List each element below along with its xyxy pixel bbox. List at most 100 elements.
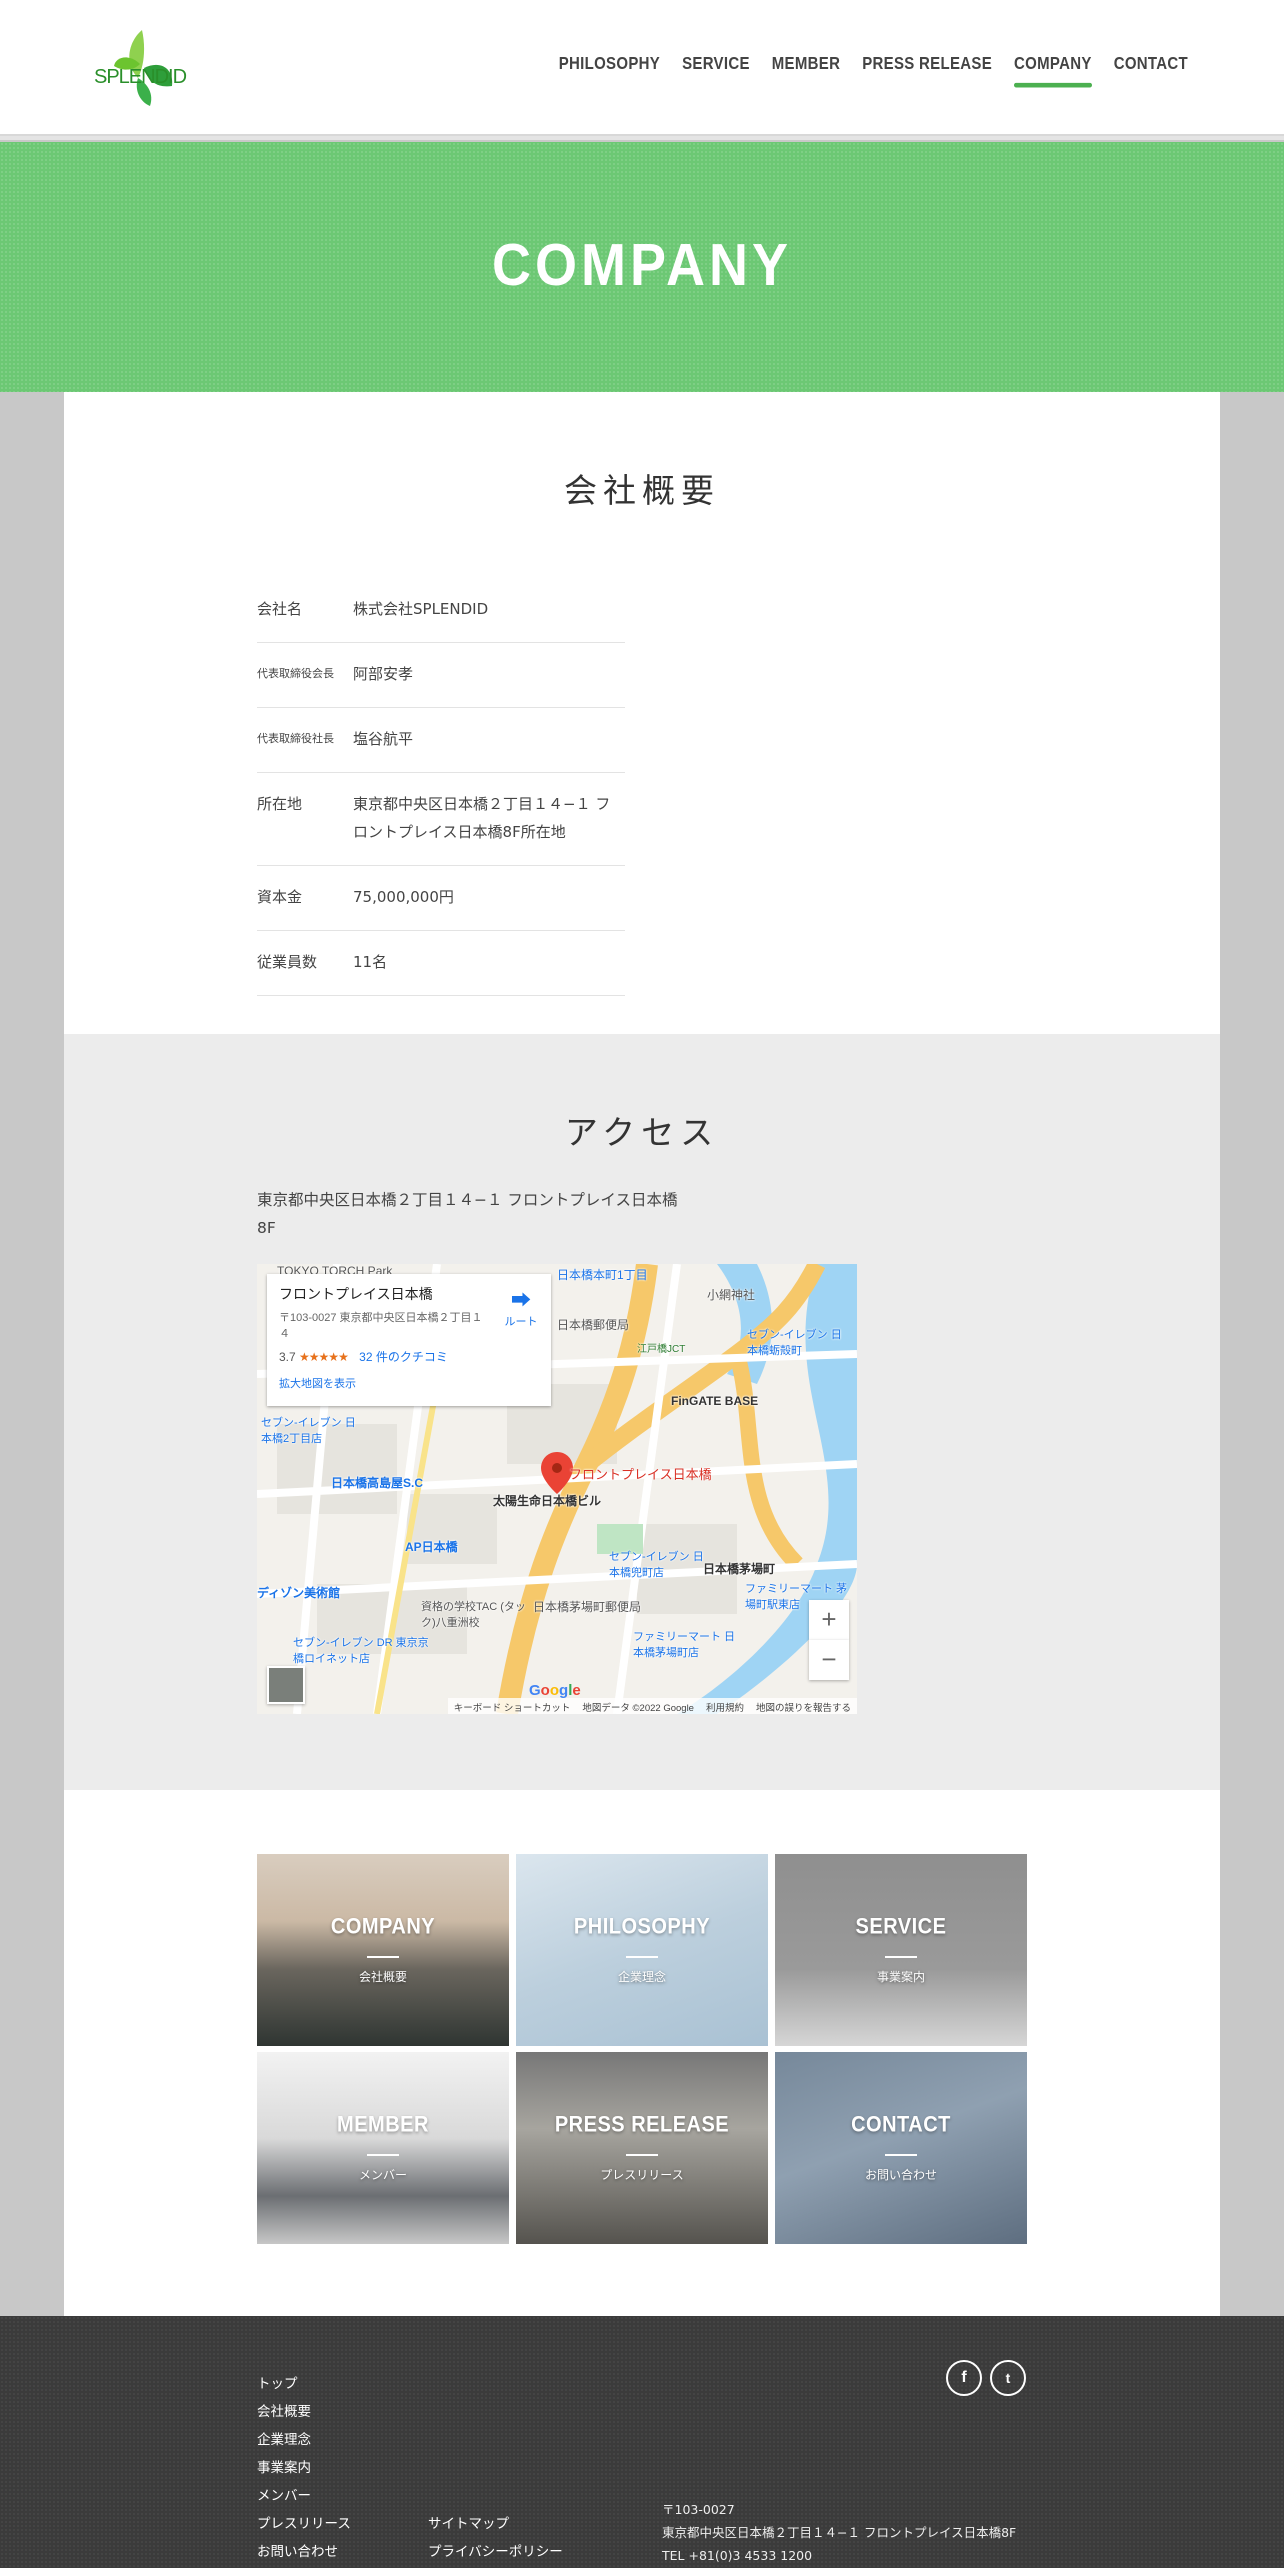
report-error-link[interactable]: 地図の誤りを報告する xyxy=(756,1700,851,1714)
zoom-out-button[interactable]: − xyxy=(809,1640,849,1680)
route-button[interactable]: ⮕ ルート xyxy=(501,1284,541,1329)
tile-divider xyxy=(626,2154,658,2156)
rating-value: 3.7 xyxy=(279,1350,296,1364)
company-info-table: 会社名 株式会社SPLENDID 代表取締役会長 阿部安孝 代表取締役社長 塩谷… xyxy=(257,578,625,996)
nav-company[interactable]: COMPANY xyxy=(1014,54,1092,88)
company-overview-section: 会社概要 会社名 株式会社SPLENDID 代表取締役会長 阿部安孝 代表取締役… xyxy=(64,392,1220,1034)
tile-subtitle: 企業理念 xyxy=(617,1970,666,1984)
map-label: セブン-イレブン 日本橋蛎殻町 xyxy=(747,1329,842,1357)
address-line: 8F xyxy=(257,1219,276,1237)
star-icons: ★★★★★ xyxy=(299,1350,349,1364)
footer-links-secondary: サイトマップ プライバシーポリシー xyxy=(428,2510,563,2566)
satellite-toggle[interactable] xyxy=(267,1666,305,1704)
tile-member[interactable]: MEMBER メンバー xyxy=(257,2052,509,2244)
nav-service[interactable]: SERVICE xyxy=(682,54,750,83)
map-label: セブン-イレブン 日本橋兜町店 xyxy=(609,1551,704,1579)
nav-contact[interactable]: CONTACT xyxy=(1114,54,1188,83)
tile-title: SERVICE xyxy=(855,1914,947,1940)
footer-link-press[interactable]: プレスリリース xyxy=(257,2510,351,2538)
footer-company-info: 〒103-0027 東京都中央区日本橋２丁目１４−１ フロントプレイス日本橋8F… xyxy=(662,2498,1016,2567)
page-hero: COMPANY xyxy=(0,142,1284,392)
map-label: セブン-イレブン 日本橋2丁目店 xyxy=(261,1417,356,1445)
tile-divider xyxy=(885,1956,917,1958)
info-row: 代表取締役社長 塩谷航平 xyxy=(257,708,625,773)
place-address: 〒103-0027 東京都中央区日本橋２丁目１４ xyxy=(279,1312,483,1340)
twitter-icon[interactable]: t xyxy=(990,2360,1026,2396)
footer-links-primary: トップ 会社概要 企業理念 事業案内 メンバー プレスリリース お問い合わせ xyxy=(257,2370,351,2566)
footer-link-service[interactable]: 事業案内 xyxy=(257,2454,351,2482)
info-row: 所在地 東京都中央区日本橋２丁目１４−１ フロントプレイス日本橋8F所在地 xyxy=(257,773,625,866)
map-place-card: フロントプレイス日本橋 〒103-0027 東京都中央区日本橋２丁目１４ 3.7… xyxy=(267,1274,551,1406)
nav-tiles-section: COMPANY 会社概要 PHILOSOPHY 企業理念 SERVICE 事業案… xyxy=(64,1790,1220,2316)
facebook-icon[interactable]: f xyxy=(946,2360,982,2396)
info-row: 資本金 75,000,000円 xyxy=(257,866,625,931)
footer-link-company[interactable]: 会社概要 xyxy=(257,2398,351,2426)
tile-subtitle: 事業案内 xyxy=(876,1970,925,1984)
map-label: 江戸橋JCT xyxy=(637,1344,686,1355)
tile-press-release[interactable]: PRESS RELEASE プレスリリース xyxy=(516,2052,768,2244)
info-value: 塩谷航平 xyxy=(353,730,414,748)
footer-link-philosophy[interactable]: 企業理念 xyxy=(257,2426,351,2454)
tile-subtitle: プレスリリース xyxy=(600,2168,684,2182)
info-value: 東京都中央区日本橋２丁目１４−１ フロントプレイス日本橋8F所在地 xyxy=(353,795,611,841)
zoom-in-button[interactable]: + xyxy=(809,1600,849,1640)
info-label: 会社名 xyxy=(257,600,303,618)
tile-divider xyxy=(367,1956,399,1958)
tile-subtitle: お問い合わせ xyxy=(864,2168,937,2182)
info-value: 株式会社SPLENDID xyxy=(353,600,489,618)
tile-subtitle: 会社概要 xyxy=(358,1970,407,1984)
footer-link-top[interactable]: トップ xyxy=(257,2370,351,2398)
tile-title: PHILOSOPHY xyxy=(573,1914,711,1940)
map-label: ファミリーマート 日本橋茅場町店 xyxy=(633,1631,736,1659)
map-pin-label[interactable]: フロントプレイス日本橋 xyxy=(569,1464,712,1483)
map-label: 日本橋郵便局 xyxy=(557,1318,630,1332)
footer-link-sitemap[interactable]: サイトマップ xyxy=(428,2510,563,2538)
site-header: SPLENDID PHILOSOPHY SERVICE MEMBER PRESS… xyxy=(0,0,1284,140)
footer-link-contact[interactable]: お問い合わせ xyxy=(257,2538,351,2566)
map-label: 資格の学校TAC (タック)八重洲校 xyxy=(421,1601,526,1629)
info-value: 阿部安孝 xyxy=(353,665,414,683)
map-data-credit: 地図データ ©2022 Google xyxy=(582,1703,694,1714)
logo-text: SPLENDID xyxy=(94,66,187,88)
nav-philosophy[interactable]: PHILOSOPHY xyxy=(559,54,660,83)
larger-map-link[interactable]: 拡大地図を表示 xyxy=(279,1375,539,1391)
nav-press-release[interactable]: PRESS RELEASE xyxy=(862,54,992,83)
route-label: ルート xyxy=(504,1316,538,1328)
tile-title: COMPANY xyxy=(330,1914,436,1940)
keyboard-shortcuts-link[interactable]: キーボード ショートカット xyxy=(454,1700,571,1714)
access-section: アクセス 東京都中央区日本橋２丁目１４−１ フロントプレイス日本橋 8F TOK… xyxy=(64,1034,1220,1790)
terms-link[interactable]: 利用規約 xyxy=(706,1700,744,1714)
footer-link-member[interactable]: メンバー xyxy=(257,2482,351,2510)
page-title: COMPANY xyxy=(491,232,792,298)
footer-tel: TEL +81(0)3 4533 1200 xyxy=(662,2548,813,2563)
info-label: 従業員数 xyxy=(257,953,318,971)
main-nav: PHILOSOPHY SERVICE MEMBER PRESS RELEASE … xyxy=(559,54,1188,88)
overview-heading: 会社概要 xyxy=(564,471,720,510)
footer-link-privacy[interactable]: プライバシーポリシー xyxy=(428,2538,563,2566)
logo[interactable]: SPLENDID xyxy=(94,24,190,108)
site-footer: トップ 会社概要 企業理念 事業案内 メンバー プレスリリース お問い合わせ サ… xyxy=(0,2316,1284,2568)
info-value: 11名 xyxy=(353,953,388,971)
tile-divider xyxy=(367,2154,399,2156)
map-label: 日本橋茅場町 xyxy=(703,1562,776,1576)
access-heading: アクセス xyxy=(564,1113,720,1152)
map-label: 日本橋高島屋S.C xyxy=(331,1476,424,1490)
tile-subtitle: メンバー xyxy=(358,2168,407,2182)
directions-icon: ⮕ xyxy=(511,1290,531,1312)
map-label: 日本橋本町1丁目 xyxy=(557,1268,648,1282)
tile-title: PRESS RELEASE xyxy=(554,2112,730,2138)
tile-service[interactable]: SERVICE 事業案内 xyxy=(775,1854,1027,2046)
tile-contact[interactable]: CONTACT お問い合わせ xyxy=(775,2052,1027,2244)
reviews-link[interactable]: 32 件のクチコミ xyxy=(359,1350,448,1364)
access-address: 東京都中央区日本橋２丁目１４−１ フロントプレイス日本橋 8F xyxy=(257,1186,697,1242)
map-label: FinGATE BASE xyxy=(671,1394,759,1408)
nav-member[interactable]: MEMBER xyxy=(772,54,840,83)
tile-company[interactable]: COMPANY 会社概要 xyxy=(257,1854,509,2046)
google-map[interactable]: TOKYO TORCH Park 日本橋本町1丁目 小網神社 日本橋郵便局 江戸… xyxy=(257,1264,857,1714)
tile-title: MEMBER xyxy=(337,2112,429,2138)
tile-philosophy[interactable]: PHILOSOPHY 企業理念 xyxy=(516,1854,768,2046)
map-label: 小網神社 xyxy=(707,1288,756,1302)
tile-divider xyxy=(885,2154,917,2156)
info-label: 資本金 xyxy=(257,888,303,906)
map-footer: キーボード ショートカット 地図データ ©2022 Google 利用規約 地図… xyxy=(447,1698,857,1714)
